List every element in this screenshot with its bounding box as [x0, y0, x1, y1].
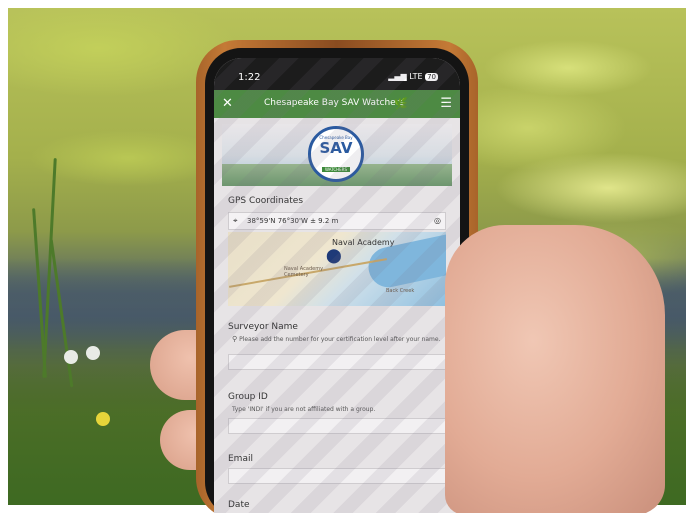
app-title: Chesapeake Bay SAV Watchers: [264, 98, 405, 108]
app-header: ✕ Chesapeake Bay SAV Watchers 🌿 ☰: [214, 90, 460, 118]
white-flower: [64, 350, 78, 364]
gps-value: 38°59'N 76°30'W ± 9.2 m: [247, 217, 339, 225]
email-input[interactable]: [228, 468, 446, 484]
crosshair-icon: ⌖: [233, 216, 238, 225]
white-flower: [86, 346, 100, 360]
right-hand: [445, 225, 665, 513]
sav-watchers-logo: Chesapeake Bay SAV WATCHERS: [308, 126, 364, 182]
email-label: Email: [228, 454, 253, 464]
banner-image: Chesapeake Bay SAV WATCHERS: [222, 124, 452, 186]
logo-sub-text: WATCHERS: [321, 167, 351, 172]
locate-icon[interactable]: ◎: [434, 216, 441, 225]
surveyor-name-input[interactable]: [228, 354, 446, 370]
gps-label: GPS Coordinates: [228, 196, 304, 206]
logo-main-text: SAV: [319, 139, 353, 157]
map-place-2: Back Creek: [386, 288, 415, 294]
date-label: Date: [228, 500, 250, 510]
close-icon[interactable]: ✕: [222, 96, 233, 111]
group-id-input[interactable]: [228, 418, 446, 434]
app-logo-icon: 🌿: [394, 97, 408, 110]
status-indicators: ▂▄▆ LTE 70: [388, 72, 438, 81]
battery-icon: 70: [425, 73, 438, 81]
gps-coordinates-field[interactable]: ⌖ 38°59'N 76°30'W ± 9.2 m ◎: [228, 212, 446, 230]
group-label: Group ID: [228, 392, 268, 402]
status-bar: 1:22 ▂▄▆ LTE 70: [214, 58, 460, 90]
menu-icon[interactable]: ☰: [440, 96, 452, 111]
surveyor-label: Surveyor Name: [228, 322, 298, 332]
network-type: LTE: [409, 72, 423, 81]
pin-icon: ⚲: [232, 335, 238, 343]
map-label: Naval Academy: [332, 238, 395, 247]
yellow-flower: [96, 412, 110, 426]
group-hint: Type 'INDI' if you are not affiliated wi…: [232, 406, 376, 413]
status-time: 1:22: [238, 72, 261, 83]
map-pin-icon: ⬤: [326, 248, 342, 264]
signal-icon: ▂▄▆: [388, 72, 407, 81]
phone-screen: 1:22 ▂▄▆ LTE 70 ✕ Chesapeake Bay SAV Wat…: [214, 58, 460, 513]
map-place: Naval Academy Cemetery: [284, 266, 324, 278]
location-map[interactable]: Naval Academy Naval Academy Cemetery Bac…: [228, 232, 446, 306]
surveyor-hint: ⚲ Please add the number for your certifi…: [232, 335, 442, 344]
surveyor-hint-text: Please add the number for your certifica…: [239, 336, 441, 343]
